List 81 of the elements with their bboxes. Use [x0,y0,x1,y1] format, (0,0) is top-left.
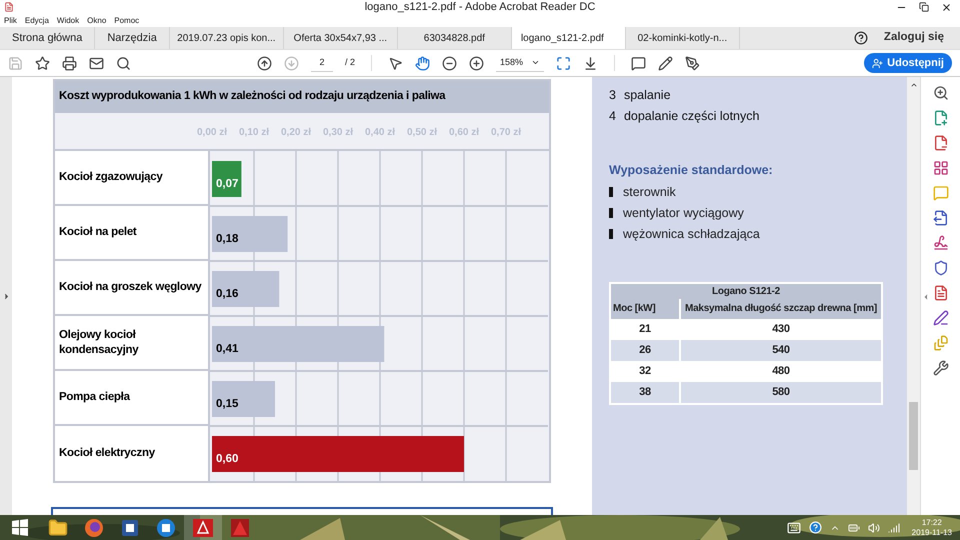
sign-in-link[interactable]: Zaloguj się [884,29,944,47]
bar-value: 0,60 [216,453,238,465]
mail-icon[interactable] [89,56,104,70]
file-icon[interactable] [932,285,948,301]
bullet-icon [609,208,613,218]
keyboard-icon[interactable] [786,520,801,534]
step-text: spalanie [624,87,671,104]
table-cell-text: 580 [771,384,791,400]
category-label: Pompa ciepła [59,390,130,405]
scrollbar-thumb[interactable] [909,402,918,470]
star-icon[interactable] [35,56,50,70]
zoom-in-icon[interactable] [469,56,484,70]
scroll-mode-icon[interactable] [583,56,598,70]
pen-icon[interactable] [932,310,948,326]
category-label: Kocioł na groszek węglowy [59,280,202,295]
share-button[interactable]: Udostępnij [864,53,952,73]
list-item: sterownik [623,184,676,201]
category-label: Kocioł zgazowujący [59,170,162,185]
pointer-icon[interactable] [388,56,404,70]
file-plus-icon[interactable] [932,110,948,126]
speaker-icon[interactable] [868,522,880,534]
collapse-icon[interactable] [922,293,930,301]
column-header: Maksymalna długość szczap drewna [mm] [684,302,878,316]
section-heading: Wyposażenie standardowe: [609,162,774,179]
close-icon[interactable] [941,2,952,12]
bullet-icon [609,187,613,198]
pencil-icon[interactable] [658,56,674,70]
wrench-icon[interactable] [932,360,948,376]
table-cell: 38 [611,382,681,403]
grid-icon[interactable] [932,160,948,176]
bar-value: 0,15 [216,398,238,410]
bar [212,161,242,197]
tab[interactable]: logano_s121-2.pdf [512,27,626,49]
table-cell-text: 480 [771,364,791,379]
menu-item[interactable]: Widok [56,14,80,26]
table-cell-text: 540 [771,342,791,358]
step-text: dopalanie części lotnych [624,108,760,125]
scroll-up-icon[interactable] [910,81,918,89]
bullet-icon [609,229,613,240]
zoom-icon[interactable] [932,85,948,101]
window-title: logano_s121-2.pdf - Adobe Acrobat Reader DC [364,0,596,14]
fit-page-icon[interactable] [556,56,572,70]
bar-value: 0,16 [216,288,238,300]
category-label: Kocioł elektryczny [59,446,155,461]
category-label: Kocioł na pelet [59,225,136,240]
zoom-out-icon[interactable] [442,56,458,70]
restore-icon[interactable] [919,2,929,12]
user-plus-icon[interactable] [872,58,884,68]
folder-icon[interactable] [48,518,68,538]
zoom-dropdown[interactable]: 158% [496,54,544,72]
step-number: 4 [609,108,616,125]
caret-icon[interactable] [531,58,540,67]
menu-item[interactable]: Plik [4,14,17,26]
print-icon[interactable] [62,56,77,70]
search-icon[interactable] [116,56,131,70]
bar-value: 0,07 [216,178,238,190]
page-total: / 2 [345,56,356,70]
table-title: Logano S121-2 [611,284,881,299]
list-item: wentylator wyciągowy [623,204,744,222]
signature-icon[interactable] [932,235,948,251]
bar-value: 0,18 [216,233,238,245]
menu-item[interactable]: Pomoc [114,14,140,26]
file-minus-icon[interactable] [932,135,948,151]
menu-item[interactable]: Edycja [24,14,49,26]
bar-value: 0,41 [216,343,238,355]
browser-icon[interactable] [84,518,104,538]
page-field[interactable]: 2 [311,54,333,72]
file-export-icon[interactable] [932,210,948,226]
document-app-icon[interactable] [120,518,140,538]
pen-icon[interactable] [685,56,700,70]
help-icon[interactable] [854,31,868,45]
category-label: Olejowy kocioł kondensacyjny [59,328,140,357]
comment-icon[interactable] [631,56,646,70]
step-number: 3 [609,87,616,104]
menu-item[interactable]: Okno [87,14,106,26]
table-cell-text: 430 [771,322,791,337]
chart-title-bar: Koszt wyprodukowania 1 kWh w zależności od rodzaju urządzenia i paliwa [55,81,549,113]
battery-icon[interactable] [848,522,860,534]
hand-icon[interactable] [415,56,430,70]
shield-icon[interactable] [932,260,948,276]
list-item: wężownica schładzająca [623,226,760,243]
